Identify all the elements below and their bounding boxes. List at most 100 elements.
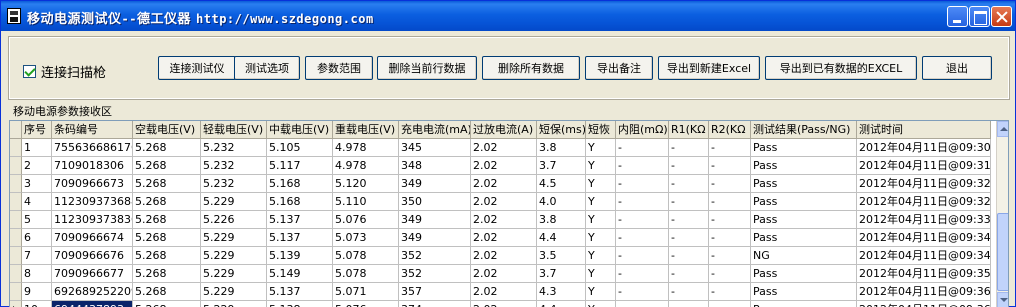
scroll-thumb[interactable] [997,213,1008,291]
cell-overdischarge-current[interactable]: 2.02 [471,193,537,211]
cell-barcode[interactable]: 112309373836 [52,211,133,229]
cell-r2[interactable]: - [709,283,751,301]
row-indicator[interactable] [10,283,22,301]
cell-r2[interactable]: - [709,265,751,283]
cell-test-result[interactable]: Pass [751,211,857,229]
header-col-short-recover[interactable]: 短恢 [586,121,616,139]
cell-r2[interactable]: - [709,211,751,229]
cell-short-recover[interactable]: Y [586,175,616,193]
cell-no-load-voltage[interactable]: 5.268 [133,247,201,265]
cell-no-load-voltage[interactable]: 5.268 [133,193,201,211]
export-notes-button[interactable]: 导出备注 [585,56,653,80]
table-row[interactable]: 8 7090966677 5.268 5.229 5.149 5.078 352 2.02 3.… [10,265,991,283]
cell-charge-current[interactable]: 348 [399,157,471,175]
scan-gun-label[interactable]: 连接扫描枪 [41,62,106,81]
cell-overdischarge-current[interactable]: 2.02 [471,265,537,283]
cell-test-result[interactable]: Pass [751,283,857,301]
cell-charge-current[interactable]: 349 [399,229,471,247]
cell-barcode[interactable]: 112309373688 [52,193,133,211]
cell-light-load-voltage[interactable]: 5.229 [201,301,267,307]
row-indicator[interactable] [10,157,22,175]
cell-r1[interactable]: - [669,301,709,307]
cell-no-load-voltage[interactable]: 5.268 [133,229,201,247]
cell-test-result[interactable]: Pass [751,139,857,157]
cell-internal-resistance[interactable]: - [616,301,669,307]
cell-short-recover[interactable]: Y [586,301,616,307]
cell-heavy-load-voltage[interactable]: 4.978 [333,157,399,175]
cell-heavy-load-voltage[interactable]: 4.978 [333,139,399,157]
table-row[interactable]: 5 112309373836 5.268 5.226 5.137 5.076 349 2.02… [10,211,991,229]
header-col-r2[interactable]: R2(KΩ [709,121,751,139]
cell-r1[interactable]: - [669,229,709,247]
row-indicator[interactable] [10,229,22,247]
cell-no-load-voltage[interactable]: 5.268 [133,211,201,229]
cell-short-protect[interactable]: 4.3 [537,283,586,301]
exit-button[interactable]: 退出 [922,56,992,80]
header-col-barcode[interactable]: 条码编号 [52,121,133,139]
cell-light-load-voltage[interactable]: 5.229 [201,283,267,301]
cell-test-result[interactable]: Pass [751,265,857,283]
cell-heavy-load-voltage[interactable]: 5.073 [333,229,399,247]
table-row[interactable]: 3 7090966673 5.268 5.232 5.168 5.120 349 2.02 4.… [10,175,991,193]
cell-test-result[interactable]: Pass [751,175,857,193]
cell-r2[interactable]: - [709,175,751,193]
cell-barcode[interactable]: 7090966676 [52,247,133,265]
cell-mid-load-voltage[interactable]: 5.117 [267,157,333,175]
header-col-r1[interactable]: R1(KΩ [669,121,709,139]
cell-no-load-voltage[interactable]: 5.268 [133,283,201,301]
header-col-short-protect[interactable]: 短保(ms) [537,121,586,139]
header-col-internal-resistance[interactable]: 内阻(mΩ) [616,121,669,139]
cell-mid-load-voltage[interactable]: 5.168 [267,193,333,211]
cell-short-protect[interactable]: 3.7 [537,157,586,175]
table-row[interactable]: 2 7109018306 5.268 5.232 5.117 4.978 348 2.02 3.… [10,157,991,175]
cell-heavy-load-voltage[interactable]: 5.110 [333,193,399,211]
cell-charge-current[interactable]: 350 [399,193,471,211]
table-row[interactable]: 969268925220905.2685.2295.1375.0713572.0… [10,283,991,301]
cell-light-load-voltage[interactable]: 5.229 [201,247,267,265]
cell-short-protect[interactable]: 3.8 [537,139,586,157]
cell-test-time[interactable]: 2012年04月11日@09:32:31 [857,175,991,193]
cell-test-result[interactable]: Pass [751,193,857,211]
cell-heavy-load-voltage[interactable]: 5.076 [333,211,399,229]
title-bar[interactable]: 移动电源测试仪--德工仪器 http://www.szdegong.com [1,1,1015,31]
cell-light-load-voltage[interactable]: 5.229 [201,265,267,283]
cell-test-result[interactable]: NG [751,247,857,265]
row-indicator[interactable] [10,175,22,193]
cell-heavy-load-voltage[interactable]: 5.078 [333,247,399,265]
cell-internal-resistance[interactable]: - [616,139,669,157]
cell-internal-resistance[interactable]: - [616,247,669,265]
table-row[interactable]: 4 112309373688 5.268 5.229 5.168 5.110 350 2.02… [10,193,991,211]
cell-light-load-voltage[interactable]: 5.232 [201,139,267,157]
cell-r2[interactable]: - [709,229,751,247]
close-button[interactable] [991,6,1012,27]
scan-gun-checkbox[interactable] [23,65,36,78]
export-existing-excel-button[interactable]: 导出到已有数据的EXCEL [765,56,917,80]
cell-overdischarge-current[interactable]: 2.02 [471,229,537,247]
cell-internal-resistance[interactable]: - [616,157,669,175]
cell-index[interactable]: 4 [22,193,52,211]
cell-test-time[interactable]: 2012年04月11日@09:36:04 [857,283,991,301]
cell-light-load-voltage[interactable]: 5.232 [201,175,267,193]
cell-overdischarge-current[interactable]: 2.02 [471,211,537,229]
cell-index[interactable]: 8 [22,265,52,283]
cell-r1[interactable]: - [669,265,709,283]
cell-r1[interactable]: - [669,193,709,211]
cell-charge-current[interactable]: 349 [399,211,471,229]
cell-no-load-voltage[interactable]: 5.268 [133,139,201,157]
cell-overdischarge-current[interactable]: 2.02 [471,247,537,265]
cell-test-time[interactable]: 2012年04月11日@09:33:47 [857,211,991,229]
param-range-button[interactable]: 参数范围 [305,56,373,80]
header-col-test-time[interactable]: 测试时间 [857,121,991,139]
cell-test-time[interactable]: 2012年04月11日@09:36:27 [857,301,991,307]
cell-r1[interactable]: - [669,211,709,229]
cell-short-protect[interactable]: 4.5 [537,175,586,193]
cell-charge-current[interactable]: 352 [399,247,471,265]
delete-all-data-button[interactable]: 删除所有数据 [482,56,580,80]
cell-internal-resistance[interactable]: - [616,175,669,193]
cell-light-load-voltage[interactable]: 5.232 [201,157,267,175]
cell-index[interactable]: 9 [22,283,52,301]
cell-light-load-voltage[interactable]: 5.229 [201,193,267,211]
cell-short-protect[interactable]: 3.8 [537,211,586,229]
table-row[interactable]: 7 7090966676 5.268 5.229 5.139 5.078 352 2.02 3.… [10,247,991,265]
row-indicator[interactable] [10,211,22,229]
